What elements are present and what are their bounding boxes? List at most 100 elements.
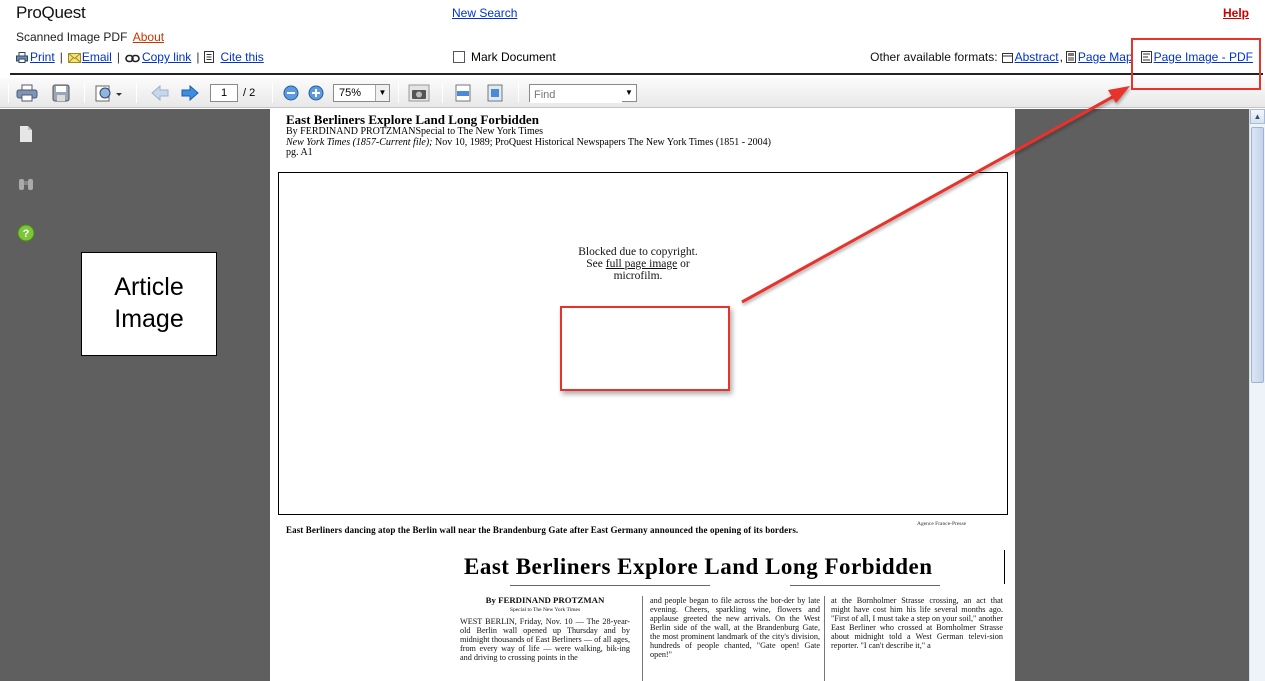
viewer-toolbar: 1 / 2 75% ▼ ▼: [0, 78, 1265, 108]
copyright-notice-line3: microfilm.: [613, 270, 663, 282]
scrollbar-thumb[interactable]: [1251, 127, 1264, 383]
headline-underline: [790, 585, 940, 586]
copyright-notice: Blocked due to copyright. See full page …: [550, 246, 726, 282]
save-icon: [52, 84, 70, 102]
pages-icon: [20, 126, 32, 142]
separator: ,: [1059, 50, 1063, 64]
article-page-number: pg. A1: [286, 147, 313, 158]
chevron-down-icon[interactable]: ▼: [622, 85, 636, 101]
toolbar-separator: [518, 83, 519, 103]
abstract-icon: [1001, 52, 1013, 63]
link-icon: [125, 52, 140, 63]
toolbar-separator: [8, 83, 9, 103]
mark-document-label: Mark Document: [471, 50, 556, 64]
search-panel-button[interactable]: [17, 175, 35, 193]
help-button[interactable]: ?: [17, 224, 35, 242]
article-column-3: at the Bornholmer Strasse crossing, an a…: [831, 596, 1003, 650]
snapshot-button[interactable]: [408, 84, 430, 102]
column-divider: [824, 596, 825, 681]
email-link[interactable]: Email: [82, 50, 112, 64]
photo-credit: Agence France-Presse: [917, 521, 967, 527]
mark-document-checkbox[interactable]: [453, 51, 465, 63]
printer-icon: [16, 84, 38, 102]
annotation-highlight-copyright: [560, 306, 730, 391]
separator: |: [59, 50, 63, 64]
page-map-icon: [1065, 51, 1076, 63]
copyright-or: or: [677, 258, 690, 270]
toolbar-separator: [136, 83, 137, 103]
zoom-in-button[interactable]: [307, 84, 325, 102]
next-page-icon: [181, 84, 199, 102]
copyright-notice-line1: Blocked due to copyright.: [578, 246, 698, 258]
fit-width-icon: [455, 84, 471, 102]
article-source: New York Times (1857-Current file); Nov …: [286, 137, 771, 148]
document-type: Scanned Image PDF About: [16, 30, 164, 44]
cite-this-link[interactable]: Cite this: [220, 50, 263, 64]
help-icon: ?: [17, 224, 35, 242]
article-column-1: By FERDINAND PROTZMAN Special to The New…: [460, 595, 630, 663]
find-input[interactable]: [530, 87, 622, 103]
svg-text:?: ?: [23, 228, 30, 240]
printer-icon: [16, 51, 28, 63]
new-search-link[interactable]: New Search: [452, 6, 517, 20]
document-actions: Print | Email | Copy link | Cite this: [16, 50, 264, 64]
camera-icon: [408, 84, 430, 102]
prev-page-button[interactable]: [150, 84, 170, 102]
vertical-scrollbar[interactable]: ▲: [1249, 109, 1265, 681]
find-icon: [95, 85, 122, 102]
help-link[interactable]: Help: [1223, 6, 1249, 20]
page-map-link[interactable]: Page Map: [1078, 50, 1133, 64]
source-details: Nov 10, 1989; ProQuest Historical Newspa…: [432, 137, 771, 148]
prev-page-icon: [151, 84, 169, 102]
header-divider: [10, 73, 1263, 75]
find-tool-button[interactable]: [94, 84, 122, 102]
annotation-highlight-pdf-link: [1131, 38, 1261, 90]
navigation-panel: ?: [0, 109, 270, 681]
article-byline: By FERDINAND PROTZMANSpecial to The New …: [286, 126, 544, 137]
proquest-logo: ProQuest: [16, 3, 86, 22]
column-special: Special to The New York Times: [509, 607, 581, 613]
article-column-2: and people began to file across the bor-…: [650, 596, 820, 659]
binoculars-icon: [19, 179, 33, 190]
other-formats-label: Other available formats:: [870, 50, 998, 64]
article-image-label: Article Image: [81, 252, 217, 356]
cite-icon: [204, 51, 215, 63]
mark-document[interactable]: Mark Document: [453, 50, 556, 64]
column-byline: By FERDINAND PROTZMAN: [485, 595, 605, 605]
page-total: / 2: [243, 87, 256, 99]
zoom-out-icon: [283, 85, 299, 101]
fit-page-icon: [487, 84, 503, 102]
about-link[interactable]: About: [133, 30, 164, 44]
newspaper-headline: East Berliners Explore Land Long Forbidd…: [464, 554, 933, 579]
envelope-icon: [67, 52, 81, 63]
document-type-label: Scanned Image PDF: [16, 30, 128, 44]
scroll-up-icon[interactable]: ▲: [1250, 109, 1265, 124]
zoom-select[interactable]: 75% ▼: [333, 84, 390, 102]
separator: |: [196, 50, 200, 64]
copy-link-link[interactable]: Copy link: [142, 50, 191, 64]
page-number-input[interactable]: 1: [210, 84, 238, 102]
find-field[interactable]: ▼: [529, 84, 637, 103]
copyright-see: See: [586, 258, 606, 270]
column-divider: [642, 596, 643, 681]
viewer-background: [1015, 109, 1249, 681]
fit-width-button[interactable]: [454, 84, 472, 102]
document-page: East Berliners Explore Land Long Forbidd…: [270, 109, 1015, 681]
zoom-in-icon: [308, 85, 324, 101]
abstract-link[interactable]: Abstract: [1015, 50, 1059, 64]
chevron-down-icon[interactable]: ▼: [375, 85, 389, 101]
next-page-button[interactable]: [180, 84, 200, 102]
pages-panel-button[interactable]: [17, 125, 35, 143]
zoom-out-button[interactable]: [282, 84, 300, 102]
full-page-image-link[interactable]: full page image: [606, 258, 678, 270]
print-link[interactable]: Print: [30, 50, 55, 64]
print-button[interactable]: [16, 84, 38, 102]
headline-rule: [1004, 550, 1005, 584]
separator: |: [116, 50, 120, 64]
toolbar-separator: [272, 83, 273, 103]
column-text: WEST BERLIN, Friday, Nov. 10 — The 28-ye…: [460, 617, 630, 662]
zoom-value: 75%: [339, 87, 362, 99]
photo-caption: East Berliners dancing atop the Berlin w…: [286, 525, 799, 535]
save-button[interactable]: [52, 84, 70, 102]
fit-page-button[interactable]: [486, 84, 504, 102]
